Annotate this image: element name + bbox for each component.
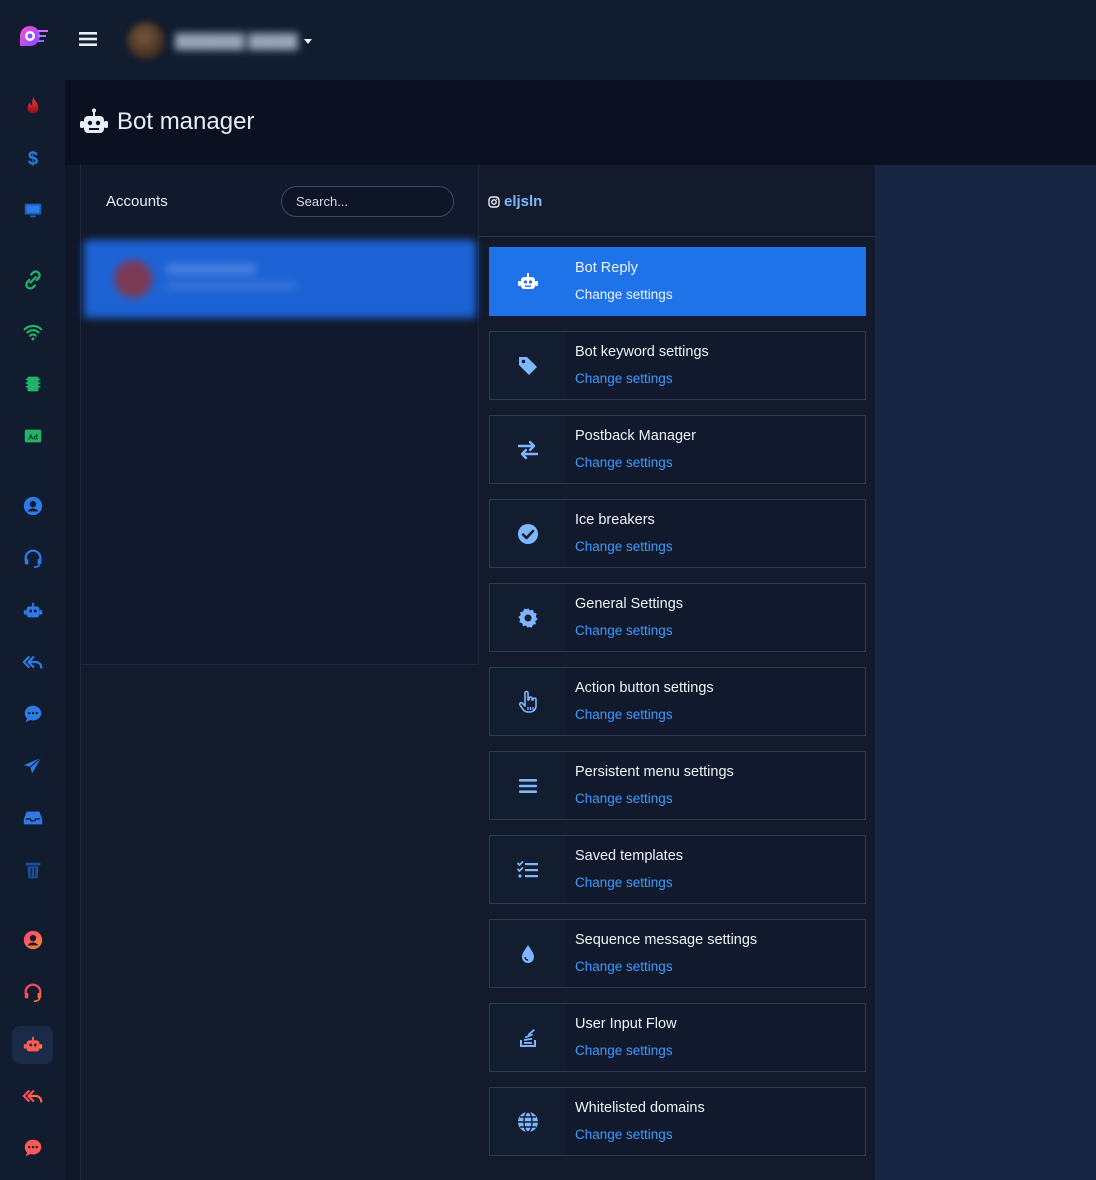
droplet-icon: [522, 944, 534, 963]
setting-title: Action button settings: [575, 680, 714, 696]
page-title: Bot manager: [117, 108, 255, 135]
change-settings-link[interactable]: Change settings: [575, 707, 714, 722]
setting-action-button[interactable]: Action button settings Change settings: [489, 667, 866, 736]
change-settings-link[interactable]: Change settings: [575, 623, 683, 638]
top-navbar: ███████ █████: [65, 0, 1096, 80]
setting-persistent-menu[interactable]: Persistent menu settings Change settings: [489, 751, 866, 820]
reply-all-icon[interactable]: [12, 1077, 53, 1115]
setting-bot-reply[interactable]: Bot Reply Change settings: [489, 247, 866, 316]
hamburger-menu-icon[interactable]: [79, 30, 97, 48]
accounts-panel: Accounts: [81, 165, 479, 665]
gear-icon: [518, 607, 538, 628]
setting-title: Whitelisted domains: [575, 1100, 705, 1116]
setting-title: Ice breakers: [575, 512, 655, 528]
setting-title: Saved templates: [575, 848, 684, 864]
change-settings-link[interactable]: Change settings: [575, 1127, 705, 1142]
user-name: ███████ █████: [175, 33, 298, 49]
setting-sequence-message[interactable]: Sequence message settings Change setting…: [489, 919, 866, 988]
ad-icon[interactable]: Ad: [12, 417, 53, 455]
instagram-icon: [488, 195, 500, 208]
bars-icon: [519, 778, 537, 793]
link-icon[interactable]: [12, 261, 53, 299]
setting-title: User Input Flow: [575, 1016, 677, 1032]
comment-dots-icon[interactable]: [12, 1129, 53, 1167]
globe-icon: [518, 1110, 538, 1133]
setting-saved-templates[interactable]: Saved templates Change settings: [489, 835, 866, 904]
avatar: [114, 260, 152, 298]
user-menu-dropdown[interactable]: ███████ █████: [127, 22, 317, 60]
setting-title: Sequence message settings: [575, 932, 758, 948]
setting-general[interactable]: General Settings Change settings: [489, 583, 866, 652]
list-check-icon: [517, 860, 538, 878]
setting-title: Persistent menu settings: [575, 764, 734, 780]
account-list-item[interactable]: [84, 240, 476, 318]
user-circle-icon[interactable]: [12, 921, 53, 959]
reply-all-icon[interactable]: [12, 643, 53, 681]
bot-manager-card: Accounts eljsln Bot Reply Change setting…: [80, 165, 876, 1180]
hand-pointer-icon: [518, 690, 537, 713]
change-settings-link[interactable]: Change settings: [575, 1043, 677, 1058]
comment-dots-icon[interactable]: [12, 695, 53, 733]
setting-title: General Settings: [575, 596, 684, 612]
change-settings-link[interactable]: Change settings: [575, 287, 673, 302]
tag-icon: [519, 356, 537, 375]
robot-icon: [80, 108, 108, 133]
headset-icon[interactable]: [12, 539, 53, 577]
change-settings-link[interactable]: Change settings: [575, 539, 673, 554]
change-settings-link[interactable]: Change settings: [575, 455, 696, 470]
trash-icon[interactable]: [12, 851, 53, 889]
setting-postback-manager[interactable]: Postback Manager Change settings: [489, 415, 866, 484]
wifi-icon[interactable]: [12, 313, 53, 351]
inbox-icon[interactable]: [12, 799, 53, 837]
stack-icon: [520, 1028, 536, 1047]
dollar-icon[interactable]: $: [12, 139, 53, 177]
display-icon[interactable]: [12, 191, 53, 229]
svg-text:$: $: [27, 147, 37, 168]
change-settings-link[interactable]: Change settings: [575, 371, 709, 386]
avatar: [127, 22, 165, 60]
setting-bot-keyword[interactable]: Bot keyword settings Change settings: [489, 331, 866, 400]
user-circle-icon[interactable]: [12, 487, 53, 525]
change-settings-link[interactable]: Change settings: [575, 959, 757, 974]
fire-icon[interactable]: [12, 87, 53, 125]
robot-icon[interactable]: [12, 592, 53, 630]
setting-ice-breakers[interactable]: Ice breakers Change settings: [489, 499, 866, 568]
setting-title: Postback Manager: [575, 428, 696, 444]
accounts-title: Accounts: [106, 193, 168, 210]
check-circle-icon: [518, 523, 538, 544]
selected-account-header: eljsln: [479, 165, 876, 237]
paper-plane-icon[interactable]: [12, 747, 53, 785]
svg-text:Ad: Ad: [28, 433, 38, 442]
robot-icon[interactable]: [12, 1026, 53, 1064]
instagram-handle[interactable]: eljsln: [488, 193, 542, 210]
setting-title: Bot Reply: [575, 260, 638, 276]
account-search-input[interactable]: [281, 186, 454, 217]
change-settings-link[interactable]: Change settings: [575, 875, 683, 890]
content-background: [875, 165, 1096, 1180]
chevron-down-icon: [303, 38, 312, 44]
app-logo[interactable]: [16, 22, 50, 50]
robot-icon: [518, 272, 538, 289]
chip-icon[interactable]: [12, 365, 53, 403]
account-handle: eljsln: [504, 193, 543, 210]
setting-title: Bot keyword settings: [575, 344, 709, 360]
exchange-icon: [517, 440, 539, 459]
setting-whitelisted-domains[interactable]: Whitelisted domains Change settings: [489, 1087, 866, 1156]
change-settings-link[interactable]: Change settings: [575, 791, 734, 806]
headset-icon[interactable]: [12, 973, 53, 1011]
left-sidebar: $ Ad: [0, 0, 65, 1180]
setting-user-input-flow[interactable]: User Input Flow Change settings: [489, 1003, 866, 1072]
page-header: Bot manager: [65, 80, 1096, 165]
